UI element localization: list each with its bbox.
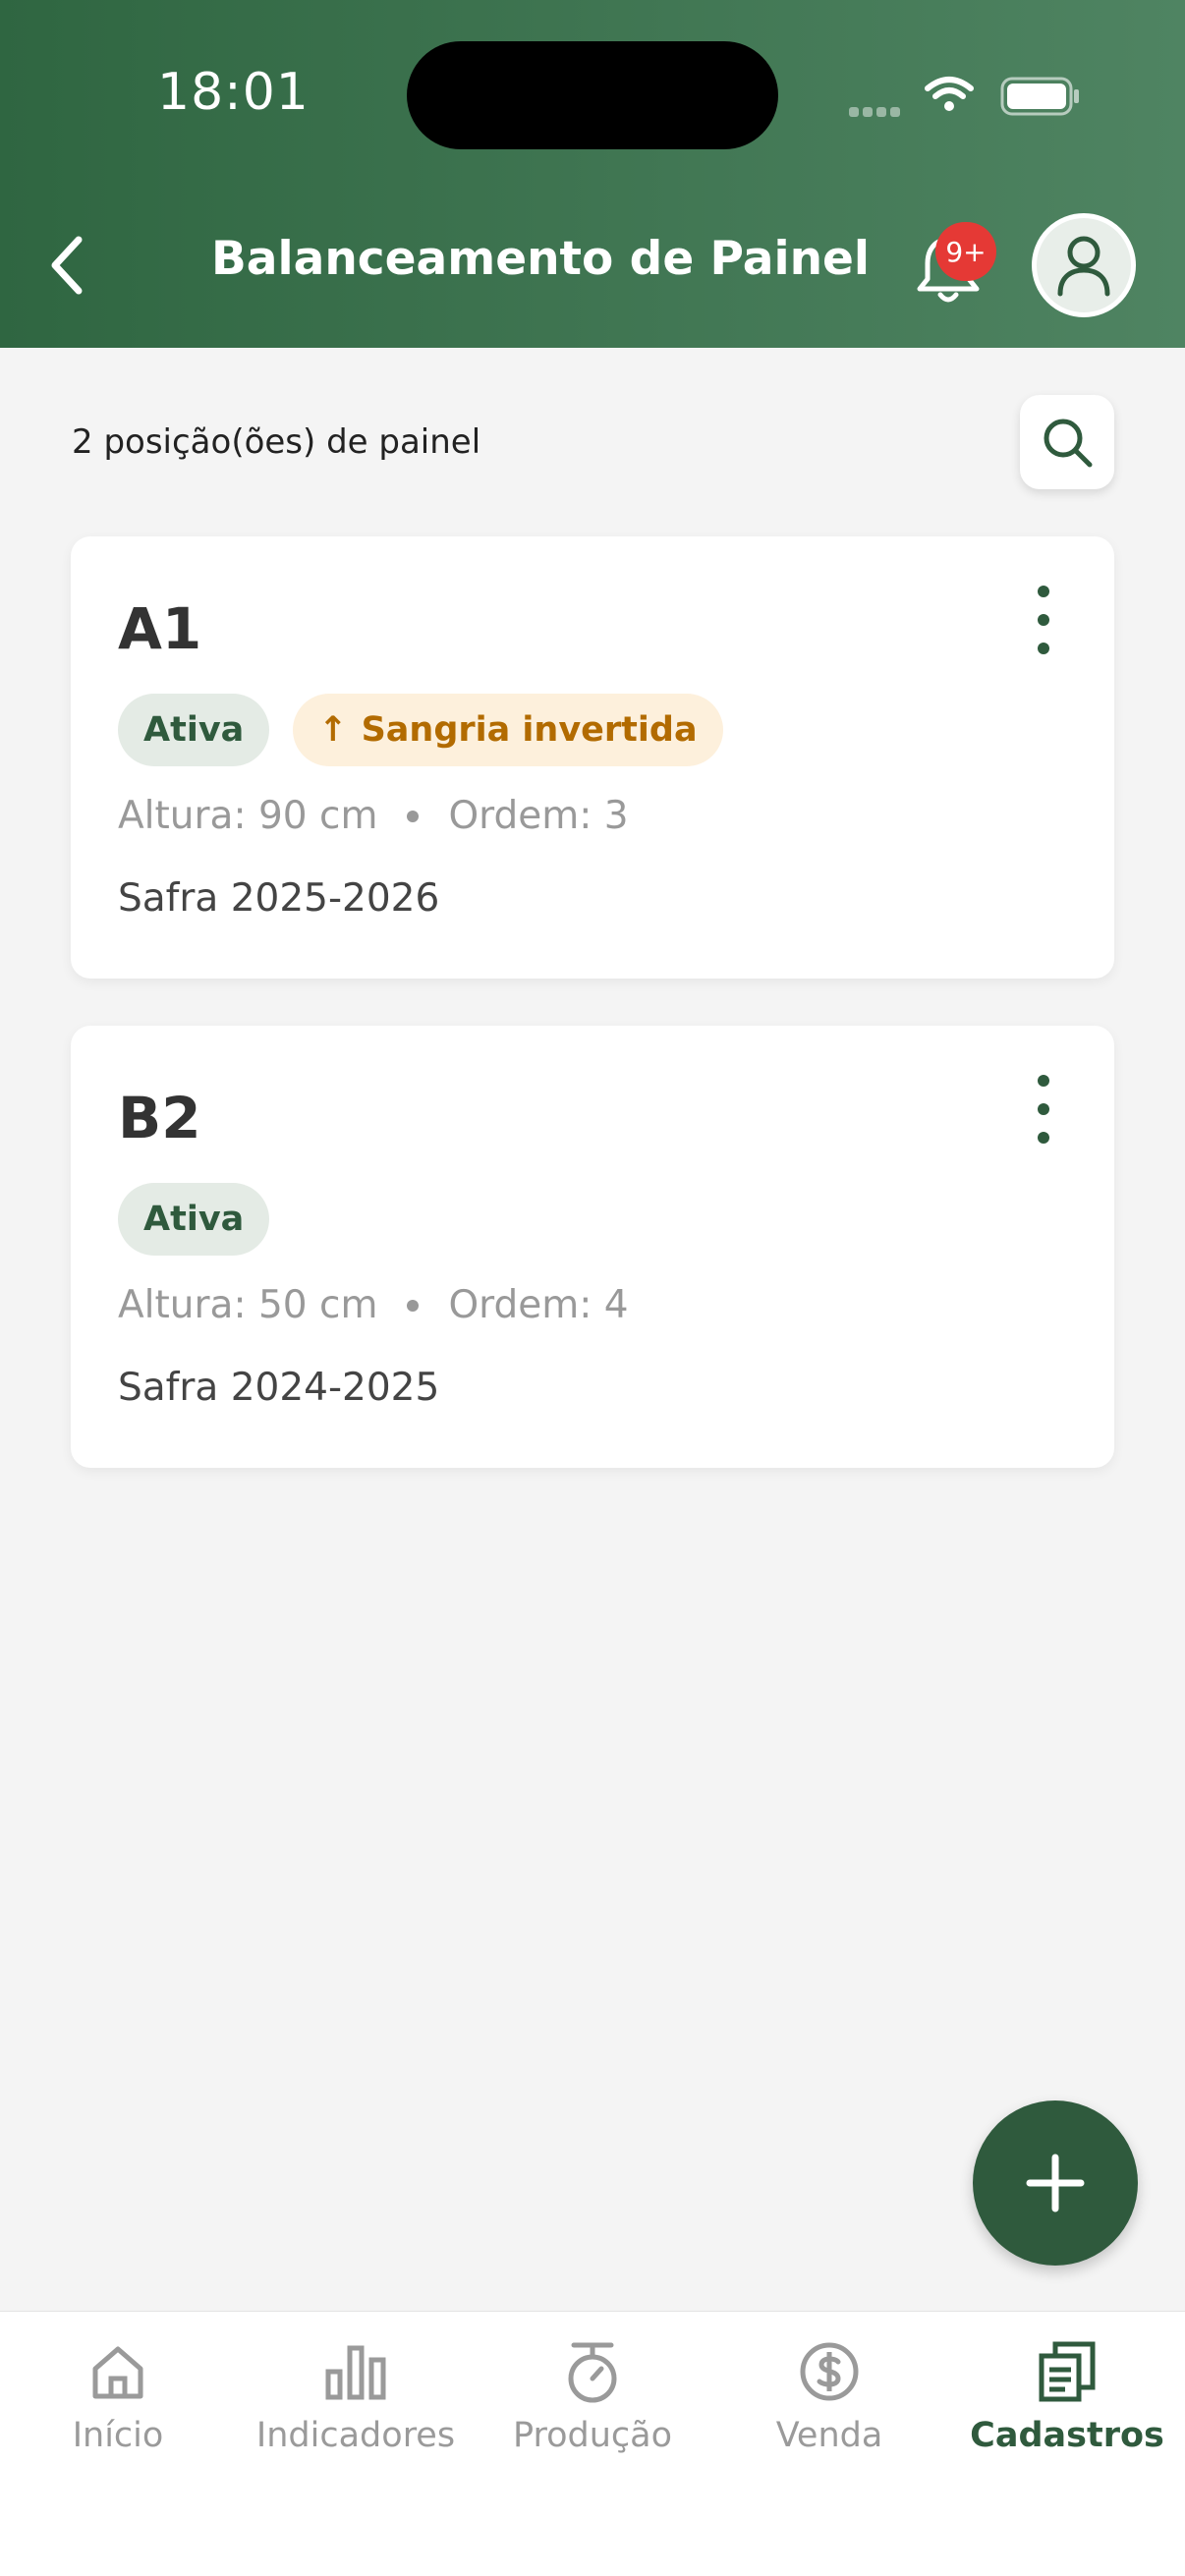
list-item[interactable]: B2 Ativa Altura: 50 cm Ordem: 4 Safra 20… <box>71 1026 1114 1468</box>
bar-chart-icon <box>325 2345 386 2400</box>
safra-text: Safra 2025-2026 <box>118 876 440 921</box>
card-meta: Altura: 50 cm Ordem: 4 <box>118 1283 629 1327</box>
card-title: B2 <box>118 1085 201 1151</box>
user-icon <box>1057 236 1110 297</box>
documents-icon <box>1039 2341 1096 2402</box>
altura-text: Altura: 90 cm <box>118 794 378 838</box>
status-badge: Ativa <box>118 1183 270 1256</box>
avatar[interactable] <box>1032 213 1136 317</box>
arrow-up-icon: ↑ <box>318 710 348 750</box>
more-options-icon[interactable] <box>1024 1075 1063 1144</box>
notification-badge: 9+ <box>935 222 996 281</box>
separator-dot <box>407 810 420 822</box>
nav-item-venda[interactable]: Venda <box>721 2337 937 2485</box>
dollar-icon <box>800 2342 859 2401</box>
altura-text: Altura: 50 cm <box>118 1283 378 1327</box>
search-icon <box>1044 419 1093 468</box>
cellular-signal-icon <box>849 102 908 117</box>
safra-text: Safra 2024-2025 <box>118 1366 440 1410</box>
back-button[interactable] <box>35 226 98 305</box>
list-item[interactable]: A1 Ativa ↑ Sangria invertida Altura: 90 … <box>71 536 1114 979</box>
search-button[interactable] <box>1020 395 1114 489</box>
nav-label: Cadastros <box>970 2416 1164 2455</box>
nav-label: Indicadores <box>255 2416 456 2455</box>
status-badge: Ativa <box>118 694 270 766</box>
wifi-icon <box>925 77 974 111</box>
ordem-text: Ordem: 4 <box>448 1283 629 1327</box>
chevron-left-icon <box>51 236 83 295</box>
sangria-badge: ↑ Sangria invertida <box>293 694 723 766</box>
separator-dot <box>407 1299 420 1312</box>
nav-item-producao[interactable]: Produção <box>484 2337 701 2485</box>
add-button[interactable] <box>973 2100 1138 2266</box>
home-icon <box>92 2346 143 2399</box>
status-time: 18:01 <box>157 63 310 122</box>
results-count: 2 posição(ões) de painel <box>72 422 481 462</box>
nav-item-indicadores[interactable]: Indicadores <box>248 2337 464 2485</box>
dynamic-island <box>407 41 778 149</box>
more-options-icon[interactable] <box>1024 586 1063 654</box>
nav-label: Venda <box>775 2416 883 2455</box>
app-header: 18:01 Balanceamento de Painel 9+ <box>0 0 1185 348</box>
scale-icon <box>568 2342 617 2403</box>
nav-label: Início <box>72 2416 164 2455</box>
card-meta: Altura: 90 cm Ordem: 3 <box>118 794 629 838</box>
nav-item-cadastros[interactable]: Cadastros <box>959 2337 1175 2485</box>
bottom-navigation: Início Indicadores Produção Venda Cadast… <box>0 2311 1185 2576</box>
ordem-text: Ordem: 3 <box>448 794 629 838</box>
page-title: Balanceamento de Painel <box>210 232 871 286</box>
nav-label: Produção <box>512 2416 673 2455</box>
nav-item-inicio[interactable]: Início <box>10 2337 226 2485</box>
sangria-label: Sangria invertida <box>361 710 698 750</box>
card-title: A1 <box>118 595 202 662</box>
plus-icon <box>1026 2154 1085 2212</box>
battery-icon <box>1000 77 1079 116</box>
